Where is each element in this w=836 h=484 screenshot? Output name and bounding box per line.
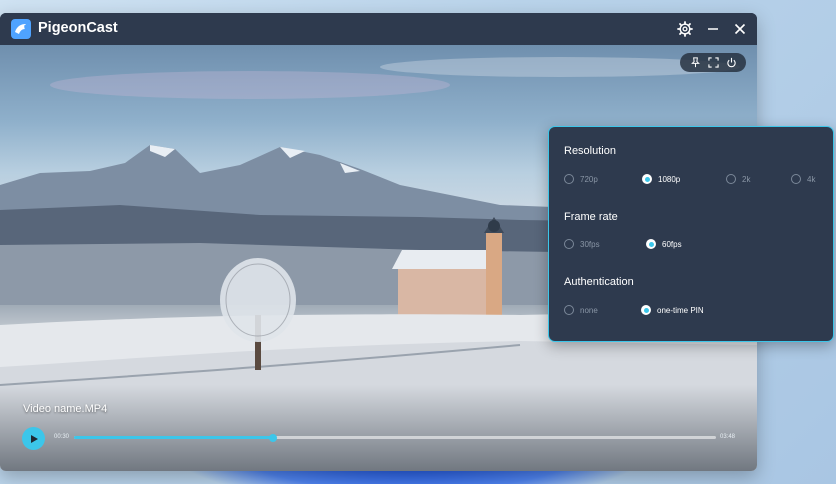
gear-icon — [677, 21, 693, 37]
seek-bar[interactable] — [74, 433, 716, 442]
video-name: Video name.MP4 — [23, 403, 108, 415]
seek-handle[interactable] — [269, 433, 278, 442]
resolution-option[interactable]: 720p — [564, 174, 598, 184]
video-overlay-controls — [680, 53, 746, 72]
radio-button[interactable] — [564, 174, 574, 184]
resolution-option[interactable]: 1080p — [642, 174, 680, 184]
minimize-icon — [707, 23, 719, 35]
seek-progress — [74, 436, 274, 439]
app-title: PigeonCast — [38, 20, 118, 36]
option-label: one-time PIN — [657, 305, 704, 315]
play-icon — [29, 429, 39, 448]
settings-button[interactable] — [675, 19, 695, 39]
authentication-title: Authentication — [564, 276, 634, 288]
radio-button[interactable] — [646, 239, 656, 249]
resolution-option[interactable]: 4k — [791, 174, 815, 184]
resolution-option[interactable]: 2k — [726, 174, 750, 184]
option-label: none — [580, 305, 598, 315]
frame-rate-option[interactable]: 30fps — [564, 239, 600, 249]
frame-rate-option[interactable]: 60fps — [646, 239, 682, 249]
option-label: 1080p — [658, 174, 681, 184]
radio-button[interactable] — [726, 174, 736, 184]
option-label: 2k — [742, 174, 751, 184]
frame-rate-title: Frame rate — [564, 211, 618, 223]
resolution-title: Resolution — [564, 145, 616, 157]
play-button[interactable] — [22, 427, 45, 450]
close-button[interactable] — [730, 19, 750, 39]
option-label: 4k — [807, 174, 816, 184]
radio-button[interactable] — [791, 174, 801, 184]
radio-button[interactable] — [564, 239, 574, 249]
fullscreen-icon[interactable] — [706, 56, 720, 70]
total-time: 03:48 — [720, 434, 736, 440]
power-icon[interactable] — [724, 56, 738, 70]
option-label: 60fps — [662, 239, 682, 249]
title-bar: PigeonCast — [0, 13, 757, 45]
radio-button[interactable] — [564, 305, 574, 315]
radio-button[interactable] — [642, 174, 652, 184]
option-label: 30fps — [580, 239, 600, 249]
option-label: 720p — [580, 174, 598, 184]
authentication-option[interactable]: none — [564, 305, 598, 315]
current-time: 00:30 — [54, 434, 70, 440]
close-icon — [734, 23, 746, 35]
settings-panel: Resolution 720p 1080p 2k 4k Frame rate 30fp… — [548, 126, 834, 342]
radio-button[interactable] — [641, 305, 651, 315]
bird-logo-icon — [11, 19, 31, 39]
minimize-button[interactable] — [703, 19, 723, 39]
pin-icon[interactable] — [688, 56, 702, 70]
authentication-option[interactable]: one-time PIN — [641, 305, 704, 315]
